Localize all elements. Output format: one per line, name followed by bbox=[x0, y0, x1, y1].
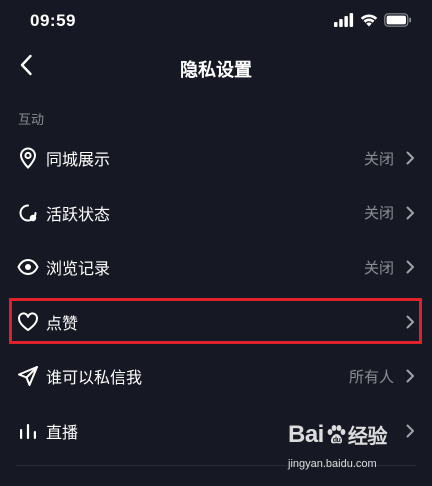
chevron-right-icon bbox=[404, 259, 416, 275]
heart-icon bbox=[16, 310, 40, 334]
row-likes[interactable]: 点赞 bbox=[0, 295, 432, 350]
row-label: 活跃状态 bbox=[46, 204, 111, 224]
watermark-logo: Bai du 经验 bbox=[288, 420, 387, 449]
paw-logo-icon: du bbox=[325, 424, 347, 446]
status-bar: 09:59 bbox=[0, 0, 432, 44]
row-active-status[interactable]: 活跃状态 关闭 bbox=[0, 186, 432, 241]
watermark-logo-left: Bai bbox=[288, 420, 324, 448]
send-icon bbox=[16, 364, 40, 388]
page-title: 隐私设置 bbox=[180, 60, 252, 81]
status-time: 09:59 bbox=[30, 11, 76, 30]
cellular-signal-icon bbox=[334, 12, 354, 31]
svg-text:du: du bbox=[333, 437, 341, 444]
activity-status-icon bbox=[16, 201, 40, 225]
row-label: 同城展示 bbox=[46, 150, 111, 170]
watermark-url: jingyan.baidu.com bbox=[288, 458, 377, 470]
baidu-jingyan-watermark: Bai du 经验 jingyan.baidu.com bbox=[288, 420, 408, 482]
row-value: 关闭 bbox=[363, 204, 394, 223]
location-pin-icon bbox=[16, 146, 40, 170]
row-who-can-message-me[interactable]: 谁可以私信我 所有人 bbox=[0, 349, 432, 404]
nav-bar: 隐私设置 bbox=[0, 44, 432, 92]
live-bars-icon bbox=[16, 419, 40, 443]
eye-icon bbox=[16, 255, 40, 279]
chevron-right-icon bbox=[404, 368, 416, 384]
row-same-city-display[interactable]: 同城展示 关闭 bbox=[0, 131, 432, 186]
row-value: 关闭 bbox=[363, 258, 394, 277]
row-value: 关闭 bbox=[363, 149, 394, 168]
row-label: 浏览记录 bbox=[46, 259, 111, 279]
privacy-settings-screen: 09:59 隐私设置 互动 同城展示 关闭 活跃状态 关闭 浏览记录 关闭 点赞… bbox=[0, 0, 432, 486]
battery-icon bbox=[384, 12, 412, 31]
chevron-right-icon bbox=[404, 314, 416, 330]
row-browsing-history[interactable]: 浏览记录 关闭 bbox=[0, 240, 432, 295]
status-icons bbox=[334, 12, 412, 31]
chevron-right-icon bbox=[404, 205, 416, 221]
row-label: 谁可以私信我 bbox=[46, 368, 143, 388]
watermark-logo-right: 经验 bbox=[347, 424, 388, 448]
wifi-icon bbox=[360, 12, 378, 31]
row-value: 所有人 bbox=[348, 367, 394, 386]
settings-list: 同城展示 关闭 活跃状态 关闭 浏览记录 关闭 点赞 谁可以私信我 所有人 直播 bbox=[0, 131, 432, 458]
row-label: 点赞 bbox=[46, 313, 79, 333]
row-label: 直播 bbox=[46, 422, 79, 442]
chevron-right-icon bbox=[404, 150, 416, 166]
section-header-interaction: 互动 bbox=[18, 113, 45, 128]
